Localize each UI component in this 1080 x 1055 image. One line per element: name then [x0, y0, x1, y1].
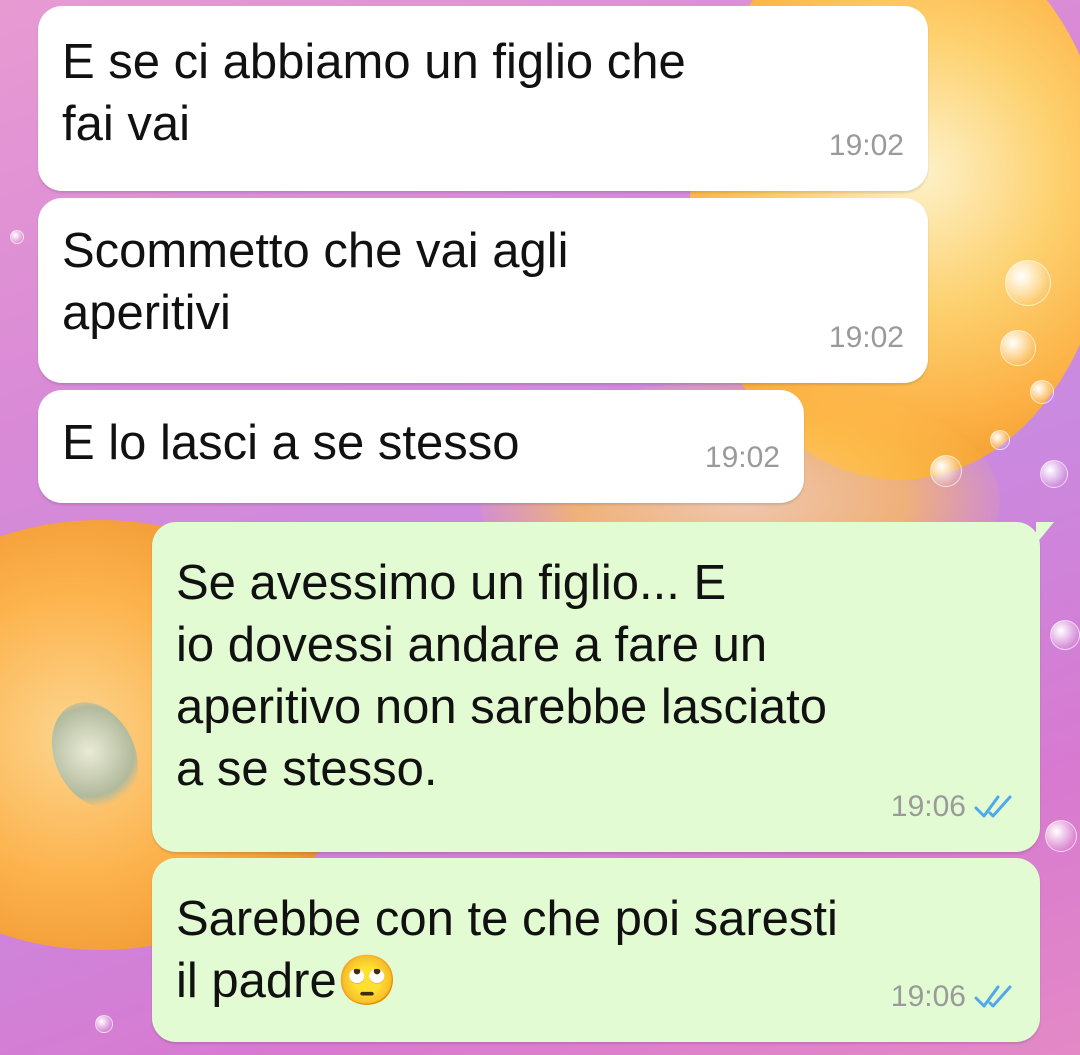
- message-meta: 19:06: [891, 776, 1016, 838]
- message-meta: 19:02: [705, 427, 780, 489]
- double-check-icon: [974, 985, 1012, 1008]
- message-text: Sarebbe con te che poi saresti il padre🙄: [176, 892, 838, 1008]
- message-time: 19:06: [890, 790, 966, 823]
- message-meta: 19:02: [829, 307, 904, 369]
- message-time: 19:02: [828, 129, 904, 162]
- message-time: 19:02: [704, 441, 780, 474]
- incoming-message[interactable]: E lo lasci a se stesso 19:02: [38, 390, 804, 503]
- incoming-message[interactable]: E se ci abbiamo un figlio che fai vai 19…: [38, 6, 928, 191]
- incoming-message[interactable]: Scommetto che vai agli aperitivi 19:02: [38, 198, 928, 383]
- bubble-tail: [1036, 522, 1054, 544]
- message-text: Scommetto che vai agli aperitivi: [62, 224, 569, 340]
- outgoing-message[interactable]: Sarebbe con te che poi saresti il padre🙄…: [152, 858, 1040, 1042]
- message-meta: 19:06: [891, 966, 1016, 1028]
- message-text: E lo lasci a se stesso: [62, 416, 520, 470]
- conversation: E se ci abbiamo un figlio che fai vai 19…: [0, 0, 1080, 1055]
- message-meta: 19:02: [829, 115, 904, 177]
- message-text: E se ci abbiamo un figlio che fai vai: [62, 35, 686, 151]
- message-text: Se avessimo un figlio... E io dovessi an…: [176, 556, 828, 796]
- double-check-icon: [974, 795, 1012, 818]
- message-time: 19:02: [828, 321, 904, 354]
- message-time: 19:06: [890, 980, 966, 1013]
- outgoing-message[interactable]: Se avessimo un figlio... E io dovessi an…: [152, 522, 1054, 852]
